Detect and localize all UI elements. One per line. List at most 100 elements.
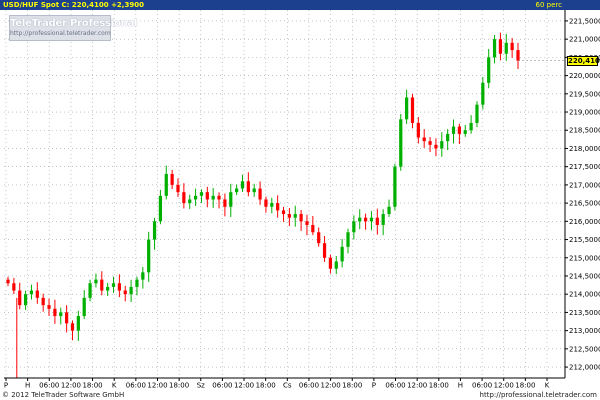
price-chart[interactable]: 212,0000 212,5000 213,0000 213,5000 214,0000… xyxy=(0,0,600,390)
candle-body xyxy=(334,261,338,269)
candle-body xyxy=(123,290,127,295)
candle-body xyxy=(182,192,186,204)
candle-body xyxy=(276,203,280,211)
candle-body xyxy=(188,199,192,204)
candle-body xyxy=(199,192,204,196)
candle-body xyxy=(463,130,467,134)
candle-body xyxy=(164,173,168,196)
candle-body xyxy=(492,39,497,58)
candle-body xyxy=(65,312,69,324)
x-tick-label: 12:00 xyxy=(494,382,514,390)
candle-body xyxy=(375,217,379,225)
candle-body xyxy=(76,316,80,331)
candle-body xyxy=(457,126,461,134)
footer-url-link[interactable]: http://professional.teletrader.com xyxy=(480,390,597,400)
x-tick-label: 18:00 xyxy=(429,382,449,390)
candle-body xyxy=(135,279,139,287)
teletrader-logo: TeleTrader Professional http://professio… xyxy=(9,15,138,41)
candle-body xyxy=(440,141,444,149)
candle-body xyxy=(100,279,104,291)
candle-body xyxy=(469,122,473,131)
x-tick-label: P xyxy=(4,382,8,390)
candle-body xyxy=(141,272,145,280)
candle-body xyxy=(240,181,245,189)
x-tick-label: Cs xyxy=(283,382,292,390)
candle-body xyxy=(422,137,426,142)
candle-body xyxy=(211,195,215,200)
y-tick-label: 216,5000 xyxy=(569,200,600,208)
candle-body xyxy=(176,184,180,193)
interval-label[interactable]: 60 perc xyxy=(536,0,562,10)
candle-body xyxy=(129,286,133,295)
candle-body xyxy=(317,232,321,244)
candle-body xyxy=(405,97,409,120)
candle-body xyxy=(352,221,356,233)
candle-body xyxy=(328,257,333,269)
candle-body xyxy=(299,214,303,222)
x-tick-label: 06:00 xyxy=(472,382,492,390)
x-tick-label: 18:00 xyxy=(342,382,362,390)
candle-body xyxy=(229,192,233,207)
y-tick-label: 214,5000 xyxy=(569,272,600,280)
candle-body xyxy=(35,290,39,298)
x-tick-label: K xyxy=(545,382,550,390)
candle-body xyxy=(446,133,450,142)
x-tick-label: 12:00 xyxy=(61,382,81,390)
candle-body xyxy=(235,188,239,193)
x-tick-label: 12:00 xyxy=(234,382,254,390)
candle-body xyxy=(287,214,291,218)
candle-body xyxy=(82,297,86,317)
candle-body xyxy=(246,181,250,193)
candle-body xyxy=(217,195,221,200)
teletrader-window: 212,0000 212,5000 213,0000 213,5000 214,0000… xyxy=(0,0,600,400)
x-tick-label: 06:00 xyxy=(39,382,59,390)
footer: © 2012 TeleTrader Software GmbH http://p… xyxy=(0,390,600,400)
candle-body xyxy=(158,195,163,222)
candle-body xyxy=(399,119,403,167)
x-tick-label: 18:00 xyxy=(82,382,102,390)
x-tick-label: 12:00 xyxy=(407,382,427,390)
candle-body xyxy=(381,214,385,225)
candle-body xyxy=(111,283,116,287)
candle-body xyxy=(416,122,420,138)
x-tick-label: P xyxy=(372,382,376,390)
candle-body xyxy=(152,221,157,240)
candle-body xyxy=(410,97,415,123)
instrument-quote: USD/HUF Spot C: 220,4100 +2,3900 xyxy=(3,1,144,9)
candle-body xyxy=(487,57,491,83)
candle-body xyxy=(53,308,57,317)
candle-body xyxy=(363,217,368,222)
y-tick-label: 217,5000 xyxy=(569,163,600,171)
candle-body xyxy=(369,217,374,222)
candle-body xyxy=(170,173,174,185)
y-tick-label: 212,0000 xyxy=(569,364,600,372)
candle-body xyxy=(434,144,438,149)
x-tick-label: 18:00 xyxy=(169,382,189,390)
candle-body xyxy=(205,192,209,200)
x-tick-label: H xyxy=(25,382,30,390)
x-tick-label: 06:00 xyxy=(385,382,405,390)
x-tick-label: 06:00 xyxy=(126,382,146,390)
candle-body xyxy=(70,323,75,331)
candle-body xyxy=(428,141,432,145)
candle-body xyxy=(340,246,344,262)
candle-body xyxy=(281,210,286,215)
candle-body xyxy=(516,50,520,61)
y-tick-label: 215,5000 xyxy=(569,236,600,244)
y-tick-label: 212,5000 xyxy=(569,345,600,353)
y-tick-label: 215,0000 xyxy=(569,254,600,262)
candle-body xyxy=(47,305,51,309)
candle-body xyxy=(358,217,362,222)
y-tick-label: 219,5000 xyxy=(569,90,600,98)
candle-body xyxy=(305,221,309,225)
candle-body xyxy=(88,283,92,298)
y-tick-label: 216,0000 xyxy=(569,218,600,226)
candle-body xyxy=(346,232,350,247)
candle-body xyxy=(223,199,227,207)
candle-body xyxy=(106,286,110,291)
y-tick-label: 221,5000 xyxy=(569,17,600,25)
candle-body xyxy=(41,297,45,306)
x-tick-label: 12:00 xyxy=(147,382,167,390)
candle-body xyxy=(252,188,256,193)
candle-body xyxy=(311,224,315,233)
